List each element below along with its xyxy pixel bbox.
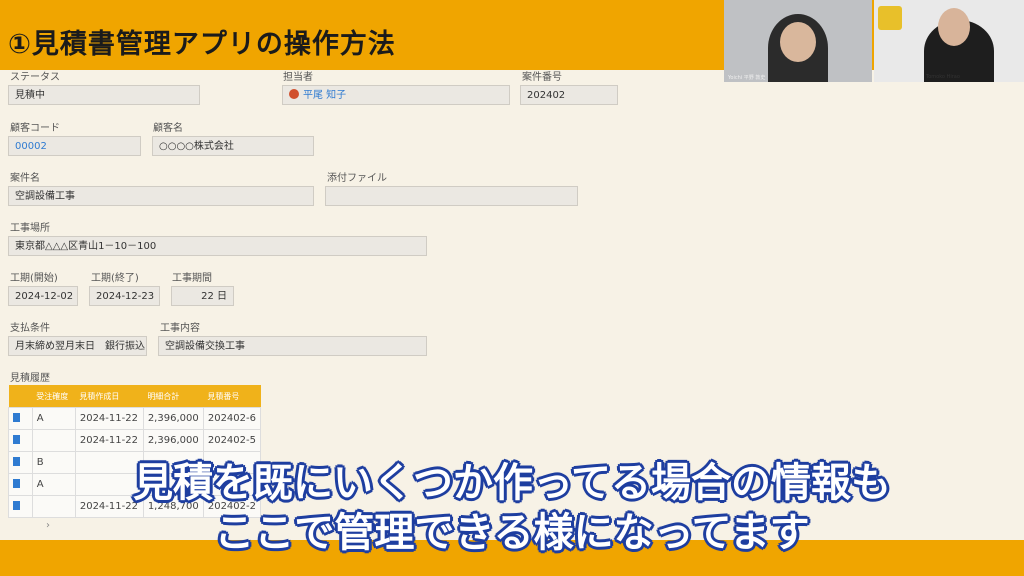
presenter-face bbox=[780, 22, 816, 62]
end-date-field[interactable]: 2024-12-23 bbox=[89, 286, 160, 306]
case-no-label: 案件番号 bbox=[522, 72, 562, 83]
row-date: 2024-11-22 bbox=[74, 429, 144, 452]
status-field[interactable]: 見積中 bbox=[8, 85, 200, 105]
subtitle-line-2: ここで管理できる様になってます bbox=[214, 510, 810, 556]
webcam-name-left: Yoichi 平野 敦史 bbox=[728, 75, 766, 81]
site-field[interactable]: 東京都△△△区青山1－10－100 bbox=[8, 236, 427, 256]
assignee-field[interactable]: 平尾 知子 bbox=[282, 85, 510, 105]
site-label: 工事場所 bbox=[10, 223, 50, 234]
case-name-field[interactable]: 空調設備工事 bbox=[8, 186, 314, 206]
payment-field[interactable]: 月末締め翌月末日 銀行振込 bbox=[8, 336, 147, 356]
start-date-field[interactable]: 2024-12-02 bbox=[8, 286, 78, 306]
start-label: 工期(開始) bbox=[10, 273, 58, 284]
webcam-name-right: Tomoko Hirao bbox=[926, 74, 960, 80]
video-title: ①見積書管理アプリの操作方法 bbox=[8, 29, 396, 60]
end-label: 工期(終了) bbox=[91, 273, 139, 284]
duration-label: 工事期間 bbox=[172, 273, 212, 284]
customer-code-field[interactable]: 00002 bbox=[8, 136, 141, 156]
row-total: 2,396,000 bbox=[142, 407, 204, 430]
status-label: ステータス bbox=[10, 72, 60, 83]
row-estimate-no: 202402-6 bbox=[202, 407, 262, 430]
work-label: 工事内容 bbox=[160, 323, 200, 334]
case-name-label: 案件名 bbox=[10, 173, 40, 184]
table-row[interactable]: 2024-11-22 2,396,000 202402-5 bbox=[8, 429, 262, 452]
webcam-tile-left: Yoichi 平野 敦史 bbox=[724, 0, 872, 82]
header-estimate-no: 見積番号 bbox=[203, 385, 261, 408]
row-probability bbox=[31, 429, 76, 452]
customer-code-label: 顧客コード bbox=[10, 123, 60, 134]
attachment-label: 添付ファイル bbox=[327, 173, 387, 184]
row-date: 2024-11-22 bbox=[74, 407, 144, 430]
customer-name-field[interactable]: ○○○○株式会社 bbox=[152, 136, 314, 156]
row-probability: A bbox=[31, 407, 76, 430]
header-icon-col bbox=[8, 385, 33, 408]
header-date: 見積作成日 bbox=[75, 385, 144, 408]
header-probability: 受注確度 bbox=[32, 385, 76, 408]
kintone-logo bbox=[878, 6, 902, 30]
customer-name-label: 顧客名 bbox=[153, 123, 183, 134]
header-total: 明細合計 bbox=[143, 385, 204, 408]
row-estimate-no: 202402-5 bbox=[202, 429, 262, 452]
row-total: 2,396,000 bbox=[142, 429, 204, 452]
duration-field[interactable]: 22 日 bbox=[171, 286, 234, 306]
user-avatar-icon bbox=[289, 89, 299, 99]
document-icon[interactable] bbox=[13, 434, 20, 444]
work-field[interactable]: 空調設備交換工事 bbox=[158, 336, 427, 356]
assignee-label: 担当者 bbox=[283, 72, 313, 83]
document-icon[interactable] bbox=[13, 412, 20, 422]
payment-label: 支払条件 bbox=[10, 323, 50, 334]
assignee-name[interactable]: 平尾 知子 bbox=[303, 90, 346, 101]
attachment-field[interactable] bbox=[325, 186, 578, 206]
case-no-field[interactable]: 202402 bbox=[520, 85, 618, 105]
table-row[interactable]: A 2024-11-22 2,396,000 202402-6 bbox=[8, 407, 262, 430]
history-label: 見積履歴 bbox=[10, 373, 50, 384]
presenter-face bbox=[938, 8, 970, 46]
history-header-row: 受注確度 見積作成日 明細合計 見積番号 bbox=[8, 385, 261, 408]
webcam-tile-right: Tomoko Hirao bbox=[874, 0, 1024, 82]
